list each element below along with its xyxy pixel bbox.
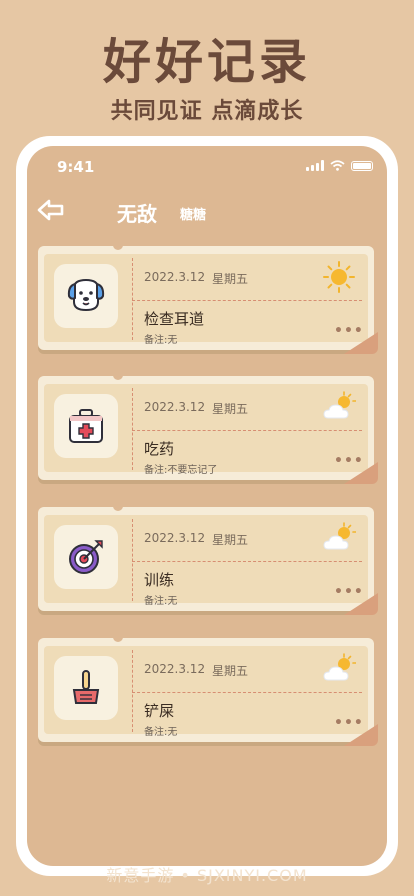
record-title: 铲屎 (144, 702, 175, 720)
back-arrow-icon[interactable] (35, 196, 67, 224)
record-note: 备注:不要忘记了 (144, 465, 218, 476)
target-icon (54, 525, 118, 589)
record-weekday: 星期五 (212, 533, 249, 547)
record-card[interactable]: 2022.3.12 星期五 铲屎 备注:无 ••• (38, 634, 378, 746)
record-title: 训练 (144, 571, 175, 589)
record-note: 备注:无 (144, 335, 178, 346)
record-weekday: 星期五 (212, 664, 249, 678)
record-weekday: 星期五 (212, 272, 249, 286)
record-date: 2022.3.12 (144, 662, 206, 676)
record-date: 2022.3.12 (144, 531, 206, 545)
partly-cloudy-icon (323, 653, 356, 681)
sunny-icon (323, 261, 355, 293)
banner-title: 好好记录 (102, 34, 311, 90)
record-title: 吃药 (144, 440, 175, 458)
partly-cloudy-icon (323, 391, 356, 419)
record-date: 2022.3.12 (144, 400, 206, 414)
status-icons (306, 160, 373, 171)
partly-cloudy-icon (323, 522, 356, 550)
dog-icon (54, 264, 118, 328)
more-button[interactable]: ••• (334, 584, 364, 600)
banner-subtitle: 共同见证 点滴成长 (110, 99, 304, 124)
pet-nickname[interactable]: 糖糖 (180, 204, 206, 223)
more-button[interactable]: ••• (334, 715, 364, 731)
signal-icon (306, 160, 324, 171)
record-card[interactable]: 2022.3.12 星期五 检查耳道 备注:无 ••• (38, 242, 378, 354)
record-title: 检查耳道 (144, 310, 205, 328)
battery-icon (351, 160, 373, 171)
status-time: 9:41 (57, 158, 95, 176)
app-screen: 9:41 无敌 糖糖 2022.3.12 星期五 检查耳道 备注:无 ••• 2… (27, 146, 387, 866)
record-note: 备注:无 (144, 596, 178, 607)
pet-name[interactable]: 无敌 (117, 198, 157, 227)
record-date: 2022.3.12 (144, 270, 206, 284)
more-button[interactable]: ••• (334, 323, 364, 339)
poop-scoop-icon (54, 656, 118, 720)
record-weekday: 星期五 (212, 402, 249, 416)
medical-kit-icon (54, 394, 118, 458)
record-card[interactable]: 2022.3.12 星期五 吃药 备注:不要忘记了 ••• (38, 372, 378, 484)
wifi-icon (330, 160, 345, 171)
more-button[interactable]: ••• (334, 453, 364, 469)
watermark: 新意手游 • SJXINYI.COM (106, 866, 308, 885)
record-card[interactable]: 2022.3.12 星期五 训练 备注:无 ••• (38, 503, 378, 615)
record-note: 备注:无 (144, 727, 178, 738)
